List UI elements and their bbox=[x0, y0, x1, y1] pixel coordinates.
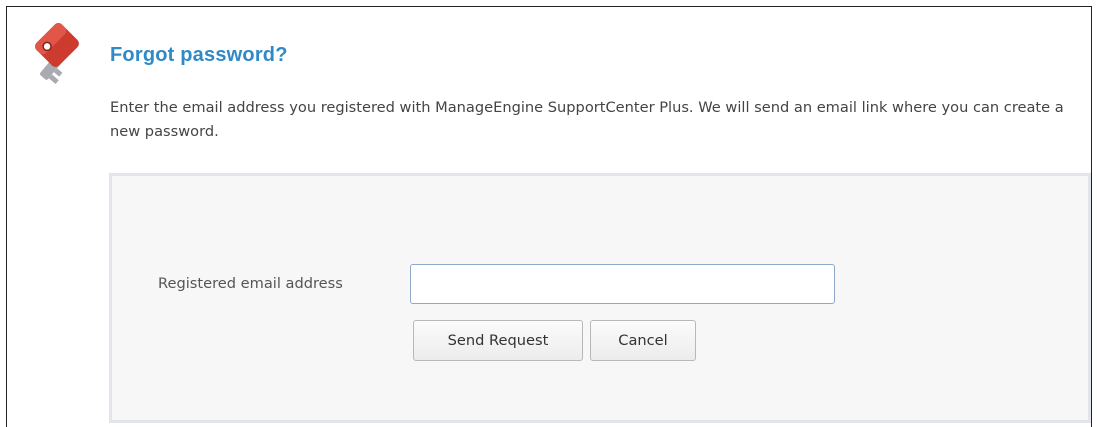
forgot-password-page: Forgot password? Enter the email address… bbox=[6, 6, 1092, 427]
forgot-password-form: Registered email address Send Request Ca… bbox=[109, 173, 1091, 423]
email-field[interactable] bbox=[410, 264, 835, 304]
page-description: Enter the email address you registered w… bbox=[110, 99, 1064, 140]
cancel-button[interactable]: Cancel bbox=[590, 320, 696, 361]
email-field-label: Registered email address bbox=[158, 275, 343, 292]
key-icon bbox=[29, 21, 97, 89]
send-request-button[interactable]: Send Request bbox=[413, 320, 583, 361]
page-title: Forgot password? bbox=[110, 44, 288, 66]
